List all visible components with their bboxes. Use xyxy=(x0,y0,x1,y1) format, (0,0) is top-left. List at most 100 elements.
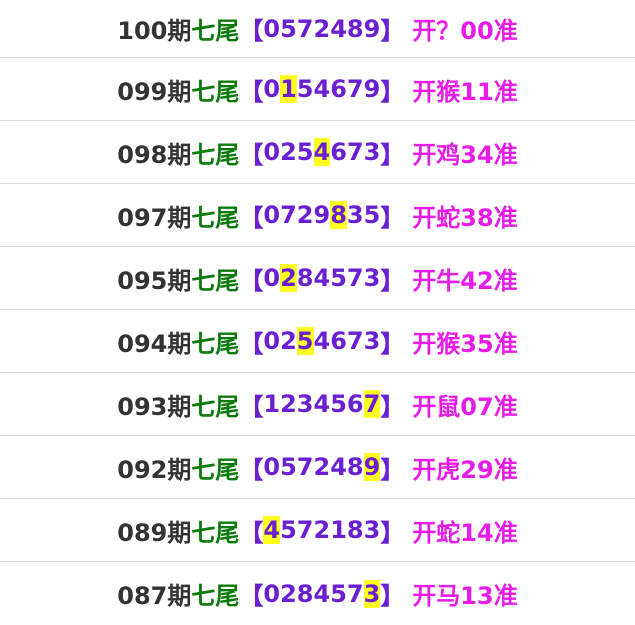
digit: 6 xyxy=(346,390,364,418)
list-item: 099期 七尾【0 1 5 4 6 7 9】开猴11准 xyxy=(0,58,635,121)
digit: 6 xyxy=(330,138,347,166)
digit: 3 xyxy=(363,327,381,355)
digit: 7 xyxy=(296,14,314,43)
digit: 7 xyxy=(346,75,364,103)
issue-number: 094期 xyxy=(117,329,192,358)
issue-number: 095期 xyxy=(117,266,192,295)
digit: 9 xyxy=(363,75,381,103)
list-item: 089期 七尾【4 5 7 2 1 8 3】开蛇14准 xyxy=(0,499,635,562)
digit: 4 xyxy=(330,453,347,481)
digit: 3 xyxy=(363,138,381,166)
digit: 7 xyxy=(346,138,364,166)
digit: 0 xyxy=(263,14,281,43)
digit: 8 xyxy=(346,516,364,544)
result-text: 开鸡34准 xyxy=(412,140,518,169)
digit: 5 xyxy=(280,516,297,544)
issue-number: 092期 xyxy=(117,455,192,484)
digit: 4 xyxy=(313,579,331,608)
digit: 5 xyxy=(330,264,347,292)
digit: 7 xyxy=(296,453,314,481)
close-bracket: 】 xyxy=(380,203,405,232)
issue-number: 098期 xyxy=(117,140,192,169)
highlighted-digit: 5 xyxy=(296,327,314,355)
digit: 4 xyxy=(313,264,331,292)
digit: 2 xyxy=(296,201,314,229)
close-bracket: 】 xyxy=(380,77,405,106)
tail-label: 七尾 xyxy=(191,266,240,295)
digit: 3 xyxy=(363,264,381,292)
digit: 2 xyxy=(280,138,297,166)
highlighted-digit: 7 xyxy=(363,390,381,418)
open-bracket: 【 xyxy=(239,77,264,106)
digit: 0 xyxy=(263,453,281,481)
close-bracket: 】 xyxy=(380,392,405,421)
tail-label: 七尾 xyxy=(191,17,240,45)
tail-label: 七尾 xyxy=(191,77,240,106)
open-bracket: 【 xyxy=(239,140,264,169)
tail-label: 七尾 xyxy=(191,203,240,232)
issue-number: 089期 xyxy=(117,518,192,547)
digit: 0 xyxy=(263,75,281,103)
digit: 5 xyxy=(330,390,347,418)
result-text: 开蛇14准 xyxy=(412,518,518,547)
result-text: 开鼠07准 xyxy=(412,392,518,421)
close-bracket: 】 xyxy=(380,329,405,358)
digit: 7 xyxy=(346,327,364,355)
highlighted-digit: 2 xyxy=(280,264,297,292)
result-text: 开蛇38准 xyxy=(412,203,518,232)
digit: 5 xyxy=(280,14,297,43)
highlighted-digit: 3 xyxy=(363,579,381,608)
digit: 3 xyxy=(296,390,314,418)
highlighted-digit: 4 xyxy=(263,516,281,544)
close-bracket: 】 xyxy=(380,266,405,295)
digit: 5 xyxy=(280,453,297,481)
tail-label: 七尾 xyxy=(191,455,240,484)
list-item: 094期 七尾【0 2 5 4 6 7 3】开猴35准 xyxy=(0,310,635,373)
prediction-list: 100期 七尾【0 5 7 2 4 8 9】开？00准 099期 七尾【0 1 5 4 6 7 9】开猴11… xyxy=(0,0,635,625)
open-bracket: 【 xyxy=(239,17,264,45)
list-item: 100期 七尾【0 5 7 2 4 8 9】开？00准 xyxy=(0,0,635,58)
issue-number: 097期 xyxy=(117,203,192,232)
tail-label: 七尾 xyxy=(191,518,240,547)
digit: 4 xyxy=(313,75,331,103)
tail-label: 七尾 xyxy=(191,140,240,169)
result-text: 开猴11准 xyxy=(412,77,518,106)
digit: 4 xyxy=(313,390,331,418)
digit: 8 xyxy=(296,579,314,608)
digit: 4 xyxy=(313,327,331,355)
highlighted-digit: 1 xyxy=(280,75,297,103)
result-text: 开牛42准 xyxy=(412,266,518,295)
result-text: 开？00准 xyxy=(412,17,518,45)
digit: 2 xyxy=(280,390,297,418)
open-bracket: 【 xyxy=(239,455,264,484)
list-item: 098期 七尾【0 2 5 4 6 7 3】开鸡34准 xyxy=(0,121,635,184)
digit: 6 xyxy=(330,75,347,103)
digit: 2 xyxy=(313,453,331,481)
result-text: 开马13准 xyxy=(412,582,518,610)
digit: 7 xyxy=(346,579,364,608)
digit: 1 xyxy=(263,390,281,418)
digit: 9 xyxy=(313,201,331,229)
issue-number: 099期 xyxy=(117,77,192,106)
digit: 7 xyxy=(280,201,297,229)
close-bracket: 】 xyxy=(380,582,405,610)
list-item: 097期 七尾【0 7 2 9 8 3 5】开蛇38准 xyxy=(0,184,635,247)
list-item: 092期 七尾【0 5 7 2 4 8 9】开虎29准 xyxy=(0,436,635,499)
close-bracket: 】 xyxy=(380,140,405,169)
digit: 2 xyxy=(280,327,297,355)
digit: 4 xyxy=(330,14,347,43)
close-bracket: 】 xyxy=(380,518,405,547)
digit: 2 xyxy=(280,579,297,608)
open-bracket: 【 xyxy=(239,329,264,358)
tail-label: 七尾 xyxy=(191,329,240,358)
result-text: 开猴35准 xyxy=(412,329,518,358)
list-item: 087期 七尾【0 2 8 4 5 7 3】开马13准 xyxy=(0,562,635,625)
digit: 2 xyxy=(313,516,331,544)
highlighted-digit: 4 xyxy=(313,138,331,166)
digit: 8 xyxy=(296,264,314,292)
open-bracket: 【 xyxy=(239,518,264,547)
digit: 6 xyxy=(330,327,347,355)
digit: 5 xyxy=(330,579,347,608)
open-bracket: 【 xyxy=(239,203,264,232)
digit: 3 xyxy=(363,516,381,544)
